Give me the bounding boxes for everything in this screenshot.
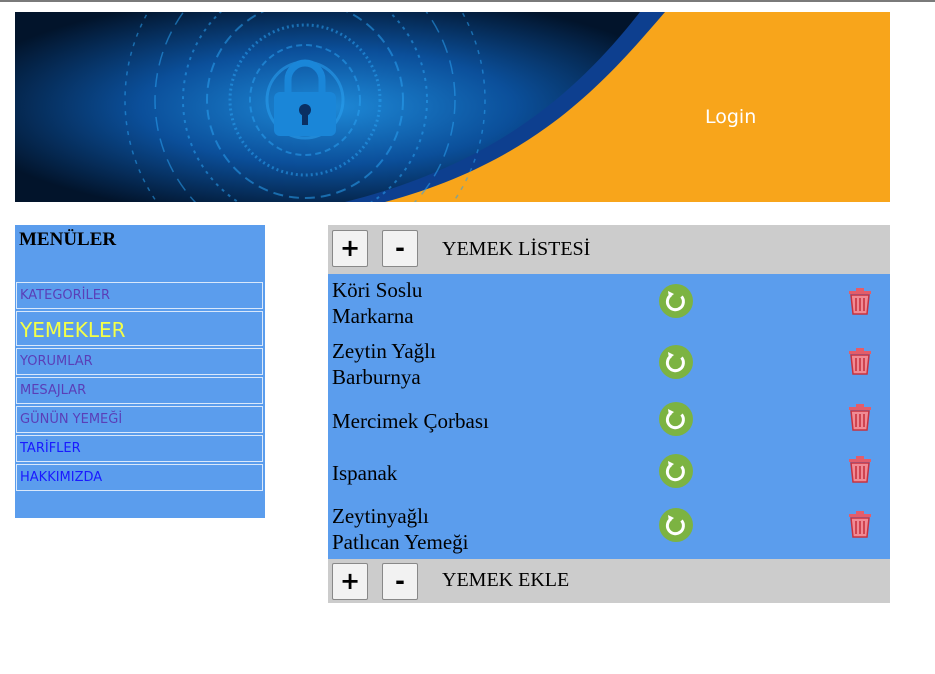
trash-icon <box>849 288 871 315</box>
food-name: Zeytinyağlı Patlıcan Yemeği <box>332 503 469 555</box>
header-banner: Login <box>15 12 890 202</box>
sidebar-item-yemekler[interactable]: YEMEKLER <box>16 311 263 346</box>
refresh-icon <box>665 409 685 430</box>
update-button[interactable] <box>659 454 693 488</box>
collapse-add-button[interactable]: - <box>382 563 418 600</box>
food-list-panel: + - YEMEK LİSTESİ Köri Soslu Markarna Ze… <box>328 225 890 603</box>
refresh-icon <box>665 291 685 312</box>
menu-list: KATEGORİLER YEMEKLER YORUMLAR MESAJLAR G… <box>16 282 263 493</box>
trash-icon <box>849 456 871 483</box>
sidebar-item-kategoriler[interactable]: KATEGORİLER <box>16 282 263 309</box>
refresh-icon <box>665 352 685 373</box>
delete-button[interactable] <box>847 347 873 375</box>
expand-add-button[interactable]: + <box>332 563 368 600</box>
sidebar-title: MENÜLER <box>19 229 117 250</box>
update-button[interactable] <box>659 402 693 436</box>
food-name: Köri Soslu Markarna <box>332 277 422 329</box>
food-name: Mercimek Çorbası <box>332 408 489 434</box>
add-title: YEMEK EKLE <box>442 569 570 591</box>
update-button[interactable] <box>659 508 693 542</box>
delete-button[interactable] <box>847 510 873 538</box>
expand-list-button[interactable]: + <box>332 230 368 267</box>
food-name-line: Zeytin Yağlı <box>332 339 436 363</box>
list-header-bar: + - YEMEK LİSTESİ <box>328 225 890 274</box>
table-row: Ispanak <box>328 447 890 498</box>
sidebar-item-tarifler[interactable]: TARİFLER <box>16 435 263 462</box>
security-banner-image <box>15 12 890 202</box>
table-row: Zeytinyağlı Patlıcan Yemeği <box>328 498 890 559</box>
food-table: Köri Soslu Markarna Zeytin Yağlı Barburn… <box>328 274 890 559</box>
top-border <box>0 0 935 2</box>
sidebar-item-yorumlar[interactable]: YORUMLAR <box>16 348 263 375</box>
sidebar-menu: MENÜLER KATEGORİLER YEMEKLER YORUMLAR ME… <box>15 225 265 518</box>
sidebar-item-mesajlar[interactable]: MESAJLAR <box>16 377 263 404</box>
food-name-line: Markarna <box>332 304 414 328</box>
food-name: Ispanak <box>332 460 397 486</box>
food-name-line: Köri Soslu <box>332 278 423 302</box>
sidebar-item-gunun-yemegi[interactable]: GÜNÜN YEMEĞİ <box>16 406 263 433</box>
trash-icon <box>849 404 871 431</box>
update-button[interactable] <box>659 345 693 379</box>
delete-button[interactable] <box>847 287 873 315</box>
delete-button[interactable] <box>847 455 873 483</box>
food-name-line: Ispanak <box>332 461 398 485</box>
list-title: YEMEK LİSTESİ <box>442 238 591 260</box>
table-row: Köri Soslu Markarna <box>328 274 890 335</box>
delete-button[interactable] <box>847 403 873 431</box>
food-name: Zeytin Yağlı Barburnya <box>332 338 436 390</box>
food-name-line: Patlıcan Yemeği <box>332 530 469 554</box>
food-name-line: Zeytinyağlı <box>332 504 429 528</box>
table-row: Zeytin Yağlı Barburnya <box>328 335 890 393</box>
trash-icon <box>849 348 871 375</box>
refresh-icon <box>665 461 685 482</box>
collapse-list-button[interactable]: - <box>382 230 418 267</box>
add-food-bar: + - YEMEK EKLE <box>328 559 890 603</box>
food-name-line: Mercimek Çorbası <box>332 409 489 433</box>
refresh-icon <box>665 515 685 536</box>
trash-icon <box>849 511 871 538</box>
update-button[interactable] <box>659 284 693 318</box>
sidebar-item-hakkimizda[interactable]: HAKKIMIZDA <box>16 464 263 491</box>
login-link[interactable]: Login <box>705 106 756 128</box>
table-row: Mercimek Çorbası <box>328 393 890 447</box>
food-name-line: Barburnya <box>332 365 421 389</box>
